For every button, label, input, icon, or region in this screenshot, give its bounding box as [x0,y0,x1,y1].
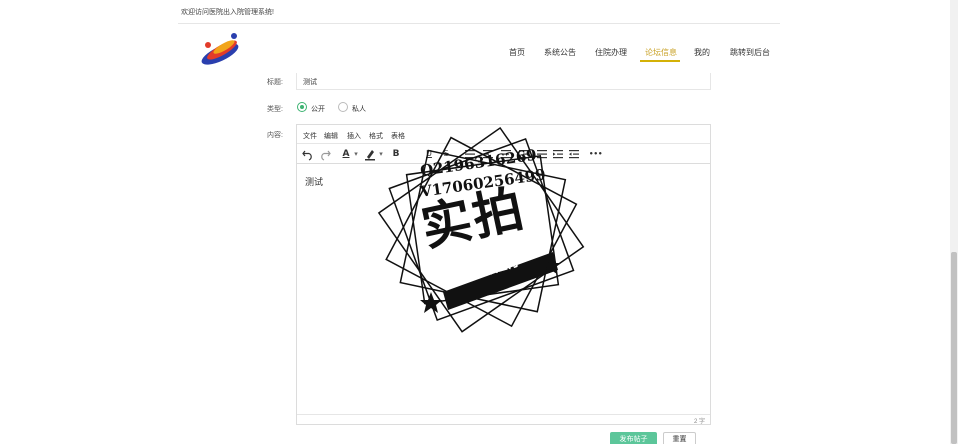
undo-icon[interactable] [302,147,314,161]
content-label: 内容: [267,132,283,139]
nav-active-underline [640,60,680,62]
reset-button[interactable]: 重置 [663,432,696,444]
nav-announcements[interactable]: 系统公告 [544,47,576,58]
redo-icon[interactable] [319,147,331,161]
publish-button[interactable]: 发布帖子 [610,432,657,444]
word-count: 2 字 [693,419,705,425]
radio-private[interactable] [338,102,348,112]
radio-public[interactable] [297,102,307,112]
chevron-down-icon[interactable]: ▾ [352,147,360,161]
font-color-icon[interactable]: A [341,147,351,161]
editor-content[interactable]: 测试 [305,175,323,188]
type-label: 类型: [267,106,283,113]
welcome-text: 欢迎访问医院出入院管理系统! [181,9,274,16]
nav-forum[interactable]: 论坛信息 [645,47,677,58]
nav-home[interactable]: 首页 [509,47,525,58]
editor-statusbar: 2 字 [297,414,710,425]
top-bar: 欢迎访问医院出入院管理系统! [0,0,958,24]
radio-private-label[interactable]: 私人 [352,104,366,114]
menu-file[interactable]: 文件 [303,131,317,141]
title-input[interactable]: 测试 [296,73,711,90]
header-divider [178,23,780,24]
page-scrollbar-thumb[interactable] [951,252,957,444]
menu-edit[interactable]: 编辑 [324,131,338,141]
nav-admission[interactable]: 住院办理 [595,47,627,58]
title-label: 标题: [267,79,283,86]
nav-mine[interactable]: 我的 [694,47,710,58]
radio-public-label[interactable]: 公开 [311,104,325,114]
menu-insert[interactable]: 插入 [347,131,361,141]
nav-admin[interactable]: 跳转到后台 [730,47,770,58]
main-nav: 首页 系统公告 住院办理 论坛信息 我的 跳转到后台 [0,47,958,67]
